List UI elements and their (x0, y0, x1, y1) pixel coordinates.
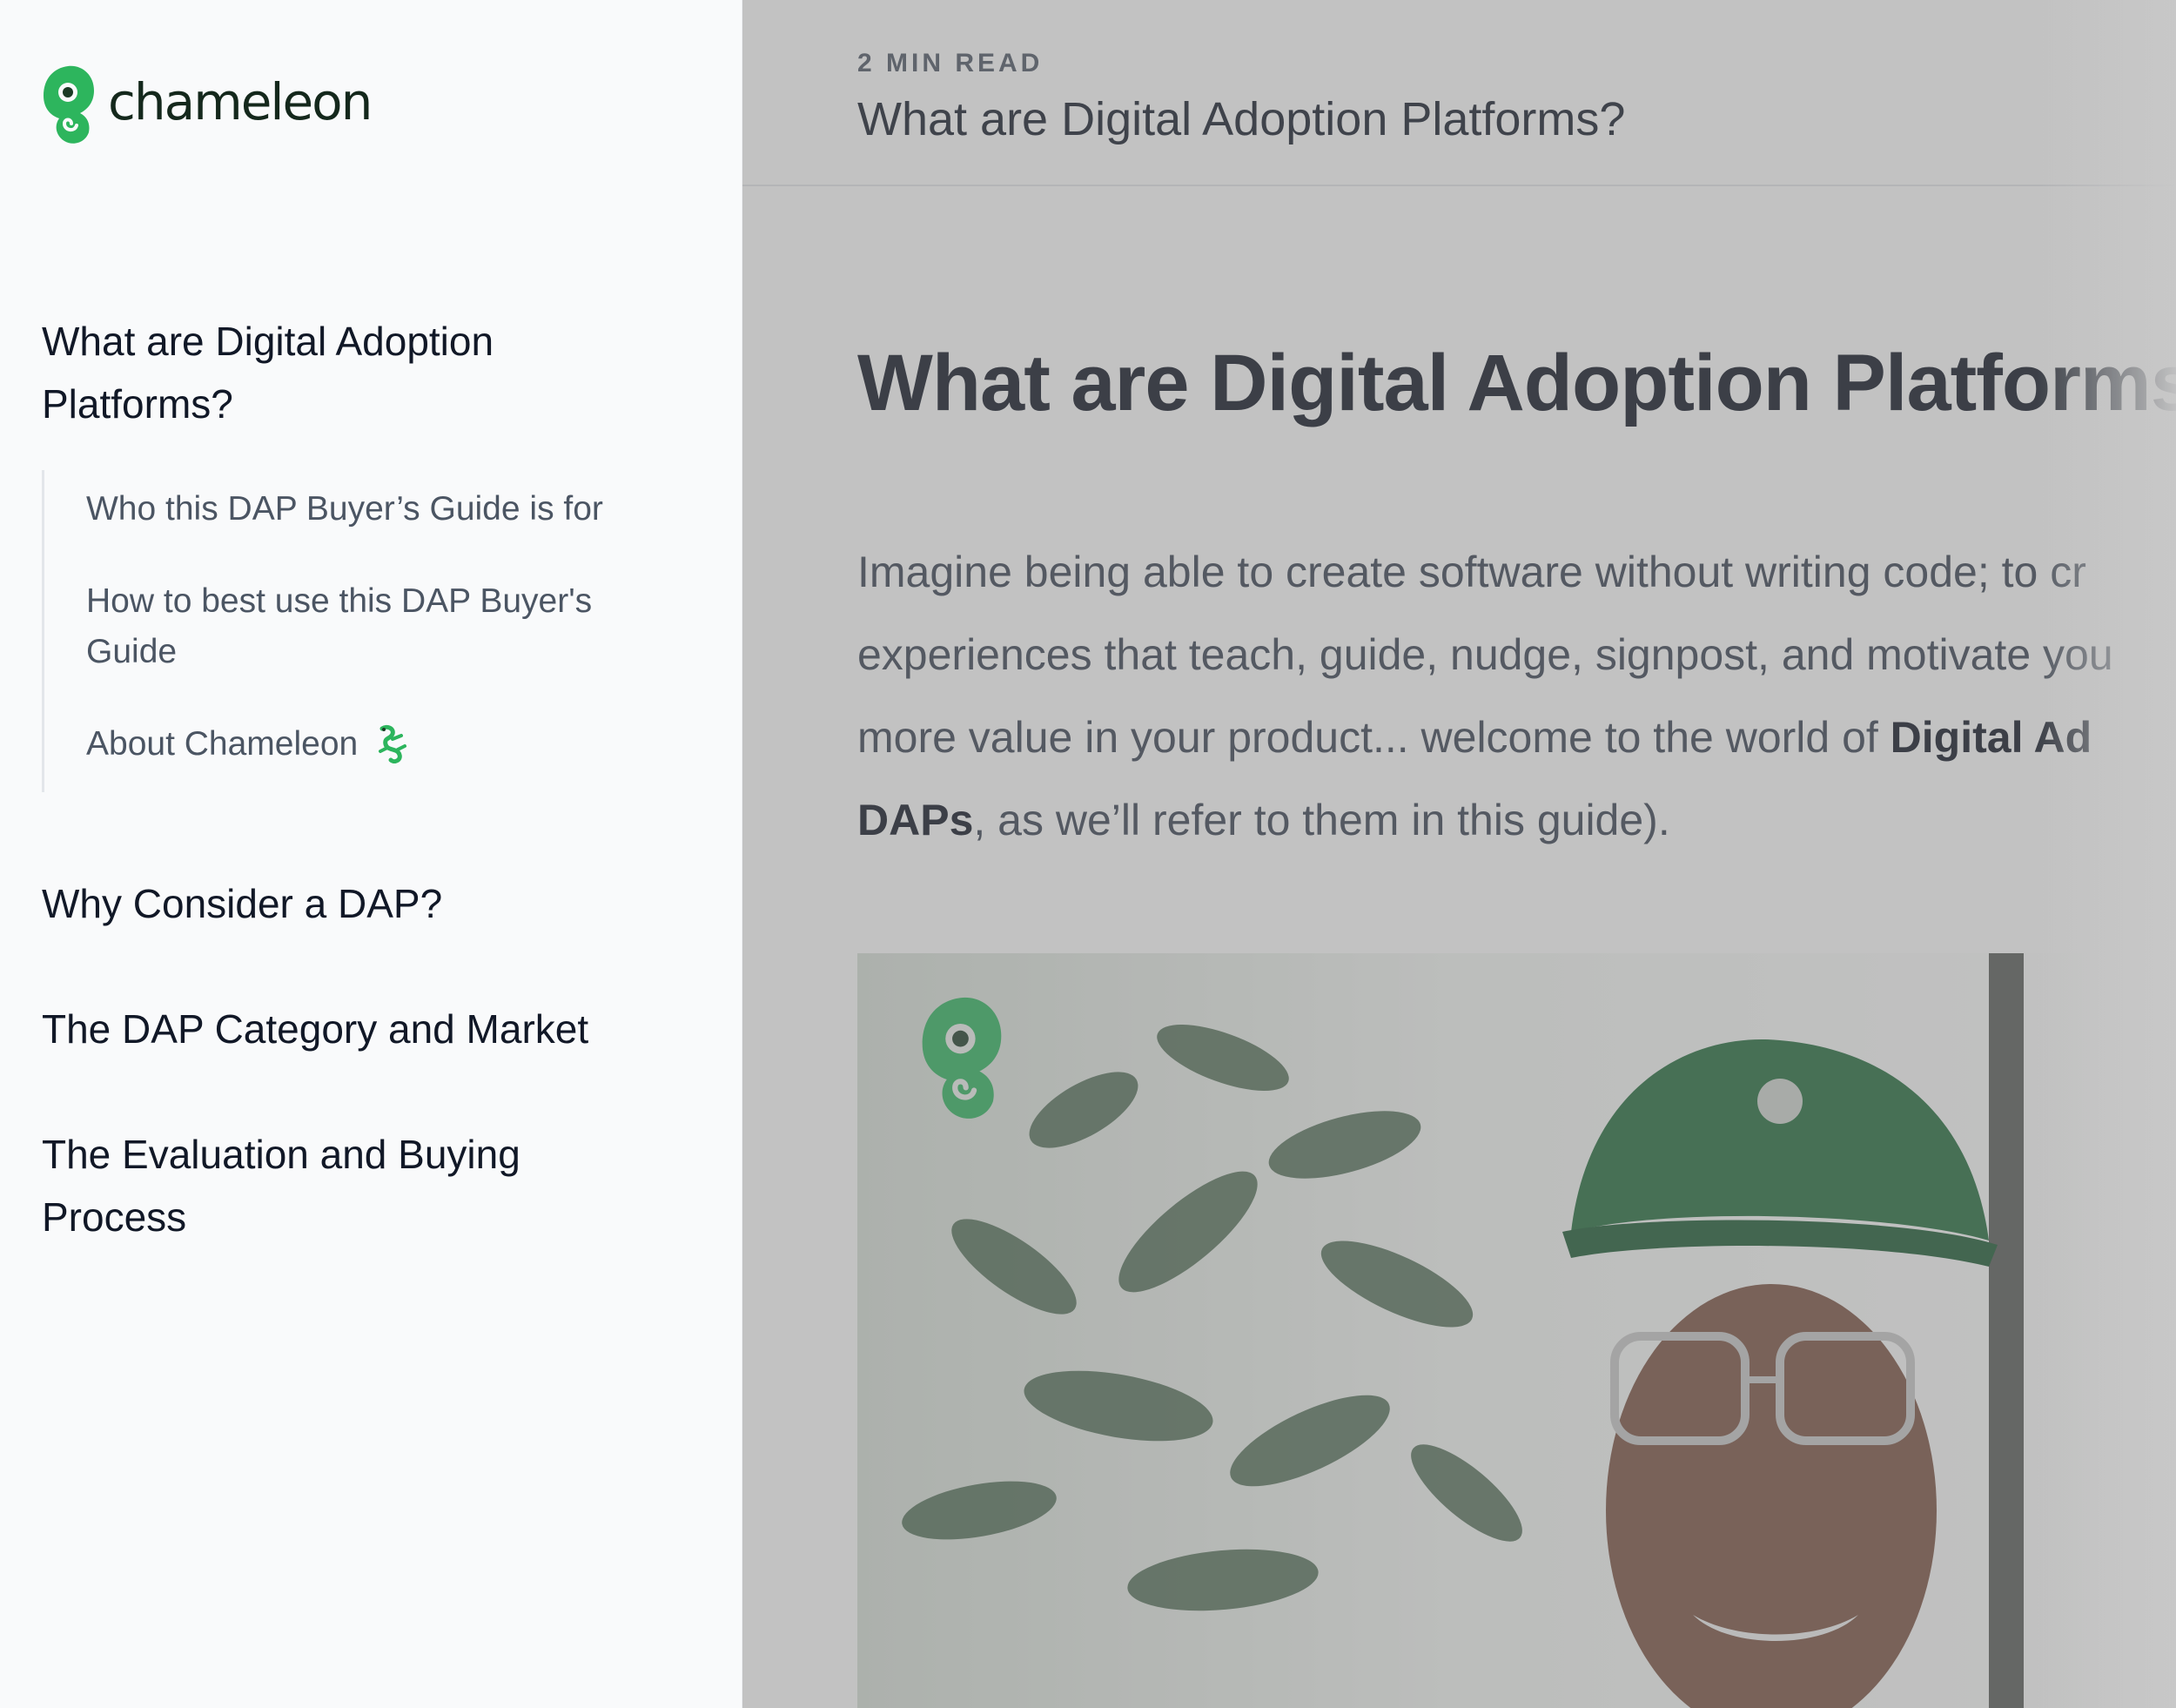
toc-section-category-market[interactable]: The DAP Category and Market (42, 998, 668, 1060)
sidebar: chameleon What are Digital Adoption Plat… (0, 0, 742, 1708)
chameleon-logo-icon (44, 65, 94, 144)
page: chameleon What are Digital Adoption Plat… (0, 0, 2176, 1708)
toc-section-what-are-daps[interactable]: What are Digital Adoption Platforms? (42, 310, 668, 435)
toc-item-who-guide-is-for[interactable]: Who this DAP Buyer’s Guide is for (86, 484, 668, 535)
intro-bold-daps: DAPs (857, 796, 974, 844)
article-header-bar: 2 MIN READ What are Digital Adoption Pla… (742, 0, 2176, 186)
article-intro: Imagine being able to create software wi… (857, 531, 2176, 862)
intro-line-2: experiences that teach, guide, nudge, si… (857, 630, 2113, 679)
toc-item-about-chameleon-label: About Chameleon (86, 725, 359, 763)
toc-section-why-consider[interactable]: Why Consider a DAP? (42, 872, 668, 935)
intro-line-4: DAPs, as we’ll refer to them in this gui… (857, 779, 2176, 862)
intro-video[interactable] (857, 953, 2176, 1708)
main-content: 2 MIN READ What are Digital Adoption Pla… (742, 0, 2176, 1708)
lizard-icon (379, 724, 407, 763)
header-title: What are Digital Adoption Platforms? (857, 93, 1626, 145)
intro-line-3: more value in your product... welcome to… (857, 696, 2176, 779)
toc-item-how-to-use-guide[interactable]: How to best use this DAP Buyer's Guide (86, 576, 668, 677)
table-of-contents: What are Digital Adoption Platforms? Who… (42, 310, 668, 1248)
brand-name: chameleon (108, 72, 373, 131)
toc-item-about-chameleon[interactable]: About Chameleon (86, 719, 668, 770)
toc-subsection-list: Who this DAP Buyer’s Guide is for How to… (42, 470, 668, 792)
toc-section-evaluation-buying[interactable]: The Evaluation and Buying Process (42, 1123, 668, 1248)
chameleon-logo-icon (922, 997, 1002, 1119)
intro-line-1: Imagine being able to create software wi… (857, 548, 2086, 596)
chameleon-logo[interactable]: chameleon (42, 61, 373, 148)
article-headline: What are Digital Adoption Platforms? (857, 339, 2176, 427)
intro-line-3-text: more value in your product... welcome to… (857, 713, 1891, 762)
intro-line-4-text: , as we’ll refer to them in this guide). (973, 796, 1670, 844)
intro-bold-digital-adoption: Digital Ad (1890, 713, 2092, 762)
video-thumbnail (902, 953, 2024, 1708)
read-time-label: 2 MIN READ (857, 49, 1044, 77)
